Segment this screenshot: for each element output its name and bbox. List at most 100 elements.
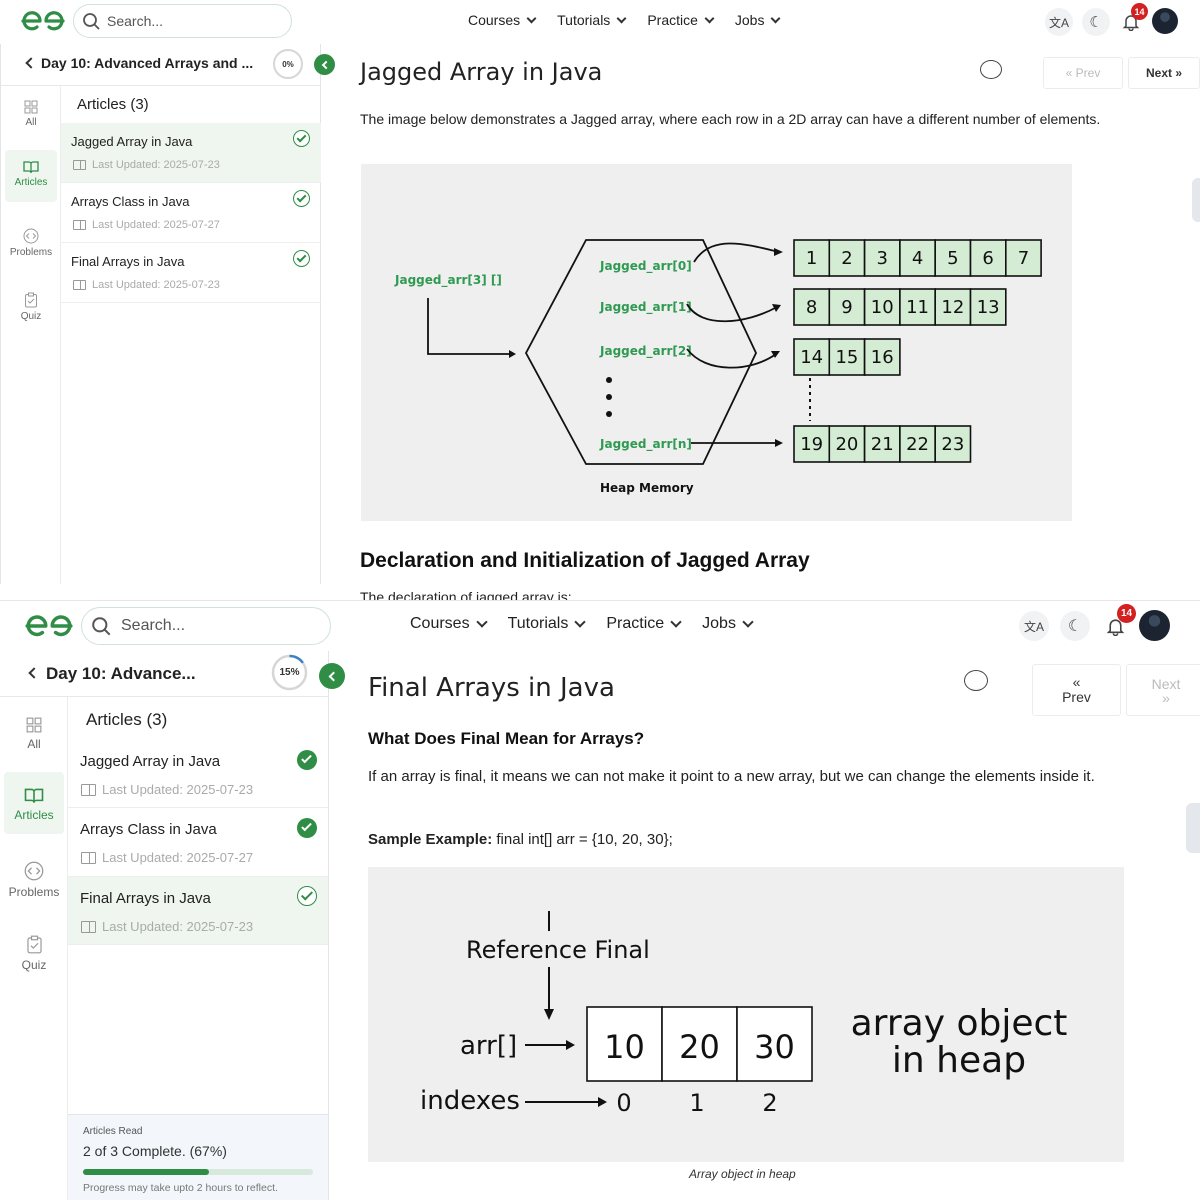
articles-read-bar: [83, 1169, 313, 1175]
avatar[interactable]: [1139, 610, 1170, 641]
array-cell-value: 22: [906, 434, 929, 455]
prev-label: Prev: [1062, 689, 1091, 705]
article-title: Arrays Class in Java: [80, 821, 217, 838]
array-cell-value: 15: [835, 347, 858, 368]
nav-jobs[interactable]: Jobs: [735, 12, 781, 28]
article-updated-text: Last Updated: 2025-07-23: [92, 159, 220, 171]
final-paragraph: If an array is final, it means we can no…: [368, 768, 1095, 785]
dark-mode-icon[interactable]: ☾: [1082, 8, 1110, 36]
module-progress: 0%: [273, 49, 303, 79]
rail-quiz[interactable]: Quiz: [5, 292, 57, 332]
back-chevron-icon[interactable]: [28, 667, 40, 679]
nav-tutorials-label: Tutorials: [507, 615, 569, 632]
collapse-sidebar-button[interactable]: [314, 54, 335, 75]
prev-label: Prev: [1075, 66, 1101, 80]
intro-paragraph: The image below demonstrates a Jagged ar…: [360, 111, 1101, 127]
jagged-array-diagram: Jagged_arr[3] [] Jagged_arr[0] Jagged_ar…: [394, 239, 1042, 495]
rail-problems-label: Problems: [8, 885, 60, 899]
completed-check-icon: [293, 190, 310, 207]
nav-courses-label: Courses: [410, 615, 470, 632]
list-item[interactable]: Final Arrays in Java Last Updated: 2025-…: [61, 243, 321, 303]
gfg-logo[interactable]: [23, 614, 75, 638]
course-sidebar: Day 10: Advance... 15% All Articles Prob…: [0, 651, 345, 1200]
articles-read-count: 2 of 3 Complete. (67%): [83, 1143, 227, 1159]
code-icon: [23, 228, 39, 244]
search-icon: [92, 617, 111, 636]
cut-off-paragraph: The declaration of jagged array is:: [360, 589, 572, 600]
array-cell-value: 7: [1018, 248, 1029, 269]
comment-icon[interactable]: [980, 60, 1002, 79]
open-book-icon: [23, 161, 39, 174]
sidebar-rail: All Articles Problems Quiz: [1, 86, 61, 584]
nav-courses[interactable]: Courses: [468, 12, 537, 28]
module-title: Day 10: Advance...: [46, 664, 196, 683]
screenshot-bottom: Search... Courses Tutorials Practice Job…: [0, 600, 1200, 1200]
prev-button[interactable]: « Prev: [1032, 664, 1121, 716]
list-item[interactable]: Jagged Array in Java Last Updated: 2025-…: [61, 123, 321, 183]
article-updated: Last Updated: 2025-07-27: [73, 219, 220, 231]
search-input[interactable]: Search...: [81, 607, 331, 645]
nav-tutorials[interactable]: Tutorials: [557, 12, 627, 28]
sample-example-label: Sample Example:: [368, 831, 493, 848]
heap-memory-label: Heap Memory: [600, 481, 694, 495]
page-title: Final Arrays in Java: [368, 673, 615, 703]
double-chevron-right-icon: »: [1162, 690, 1170, 706]
final-array-value: 10: [604, 1028, 645, 1066]
search-input[interactable]: Search...: [73, 4, 292, 38]
completed-check-icon: [293, 250, 310, 267]
array-cell-value: 19: [800, 434, 823, 455]
next-button[interactable]: Next »: [1126, 664, 1200, 716]
chevron-down-icon: [475, 616, 488, 628]
translate-icon[interactable]: 文A: [1019, 611, 1049, 641]
row-label-n: Jagged_arr[n]: [599, 437, 692, 452]
articles-heading: Articles (3): [77, 96, 149, 113]
list-item[interactable]: Final Arrays in Java Last Updated: 2025-…: [68, 877, 328, 945]
rail-quiz[interactable]: Quiz: [4, 935, 64, 979]
collapse-sidebar-button[interactable]: [319, 663, 345, 689]
feedback-tab[interactable]: [1192, 178, 1200, 222]
back-chevron-icon[interactable]: [25, 57, 37, 69]
dark-mode-icon[interactable]: ☾: [1060, 611, 1090, 641]
code-icon: [24, 861, 44, 881]
rail-problems[interactable]: Problems: [4, 861, 64, 905]
comment-icon[interactable]: [964, 670, 988, 691]
nav-practice[interactable]: Practice: [606, 615, 682, 633]
module-progress-text: 15%: [279, 667, 300, 678]
list-item[interactable]: Arrays Class in Java Last Updated: 2025-…: [68, 808, 328, 877]
avatar[interactable]: [1152, 8, 1178, 34]
nav-courses[interactable]: Courses: [410, 615, 488, 633]
rail-articles[interactable]: Articles: [4, 772, 64, 834]
diagram-ref-label: Jagged_arr[3] []: [394, 273, 502, 288]
article-updated: Last Updated: 2025-07-23: [81, 782, 253, 797]
list-item[interactable]: Jagged Array in Java Last Updated: 2025-…: [68, 740, 328, 808]
book-icon: [81, 920, 96, 933]
next-button[interactable]: Next »: [1128, 57, 1200, 89]
array-cell-value: 12: [941, 297, 964, 318]
nav-practice-label: Practice: [606, 615, 665, 632]
sidebar-rail: All Articles Problems Quiz: [0, 697, 68, 1200]
nav-practice-label: Practice: [647, 12, 698, 28]
book-icon: [73, 220, 86, 230]
chevron-down-icon: [616, 13, 627, 23]
array-cell-value: 14: [800, 347, 823, 368]
translate-icon[interactable]: 文A: [1045, 8, 1073, 36]
article-title: Jagged Array in Java: [71, 134, 193, 149]
grid-icon: [26, 717, 42, 733]
rail-articles[interactable]: Articles: [5, 150, 57, 202]
gfg-logo[interactable]: [20, 10, 66, 32]
article-updated-text: Last Updated: 2025-07-23: [102, 919, 254, 934]
next-label: Next: [1145, 66, 1172, 80]
rail-problems[interactable]: Problems: [5, 228, 57, 268]
nav-tutorials[interactable]: Tutorials: [507, 615, 587, 633]
clipboard-icon: [26, 935, 42, 954]
completed-check-icon: [297, 750, 317, 770]
array-cell-value: 16: [871, 347, 894, 368]
rail-all[interactable]: All: [5, 100, 57, 140]
nav-practice[interactable]: Practice: [647, 12, 715, 28]
prev-button[interactable]: « Prev: [1043, 57, 1123, 89]
index-value: 2: [762, 1089, 777, 1117]
nav-jobs[interactable]: Jobs: [702, 615, 754, 633]
feedback-tab[interactable]: [1186, 803, 1200, 853]
list-item[interactable]: Arrays Class in Java Last Updated: 2025-…: [61, 183, 321, 243]
rail-all[interactable]: All: [4, 717, 64, 761]
